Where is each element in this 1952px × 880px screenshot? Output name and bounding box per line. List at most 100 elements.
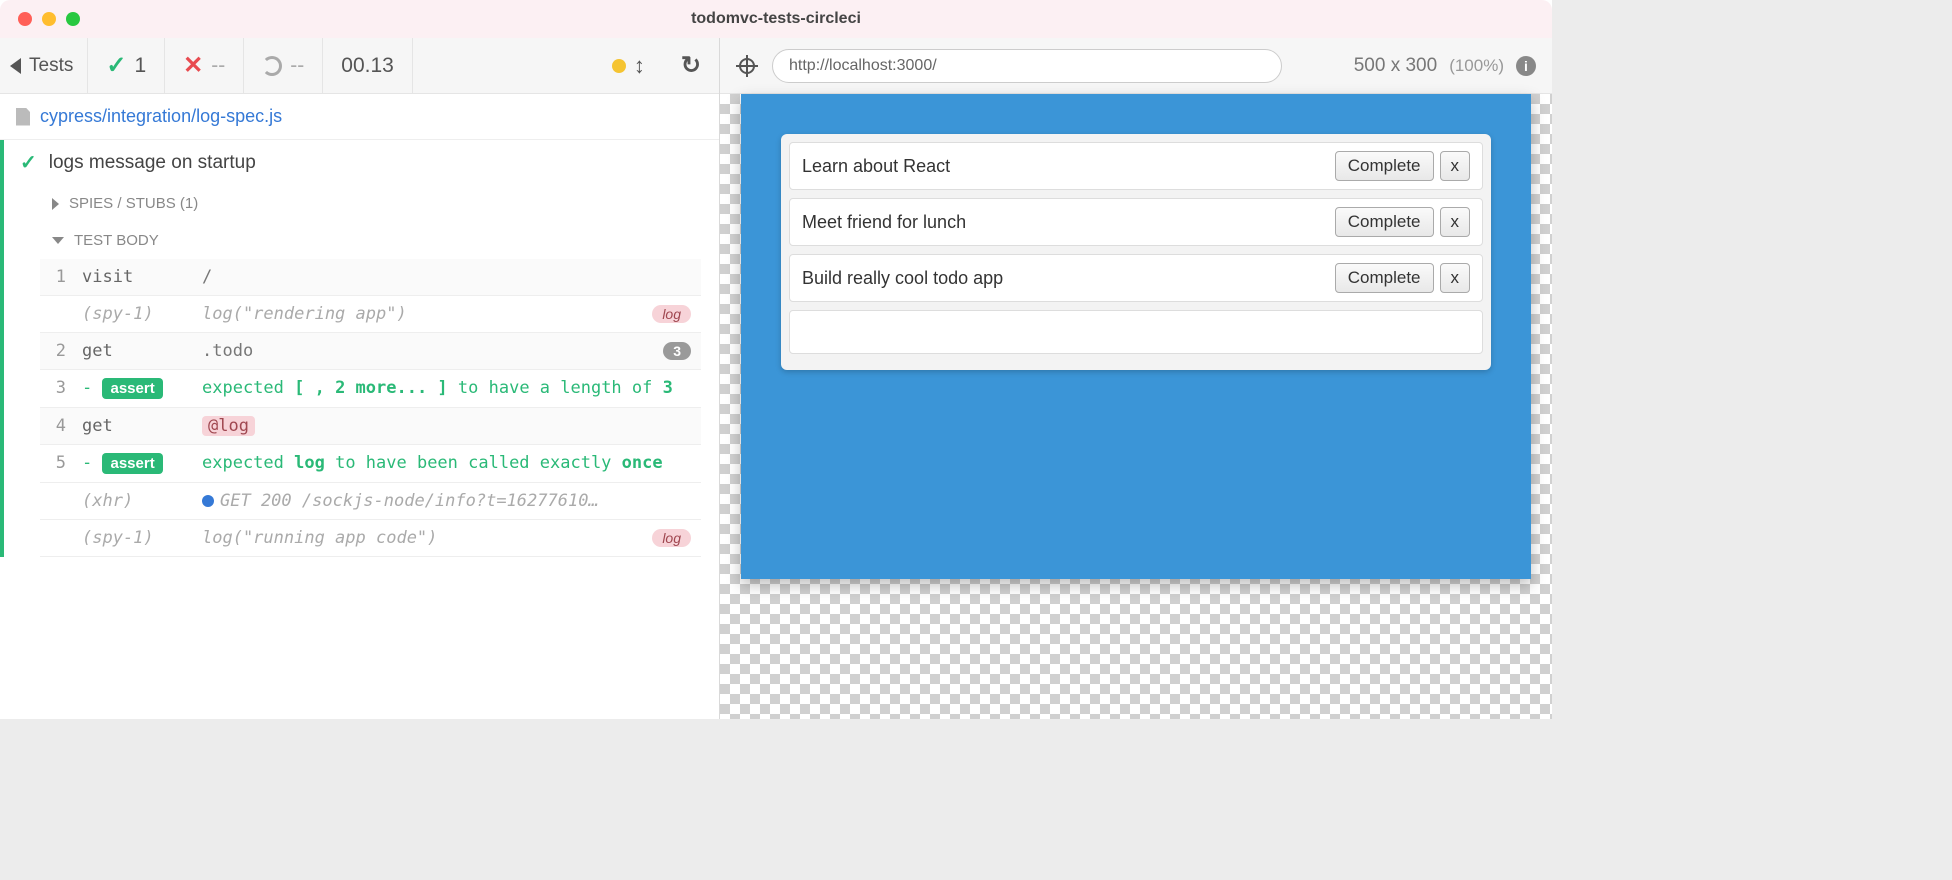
titlebar: todomvc-tests-circleci xyxy=(0,0,1552,38)
command-message: GET 200 /sockjs-node/info?t=16277610… xyxy=(194,483,701,520)
url-bar[interactable]: http://localhost:3000/ xyxy=(772,49,1282,83)
minimize-window-button[interactable] xyxy=(42,12,56,26)
command-name: (xhr) xyxy=(74,483,194,520)
pending-icon xyxy=(262,56,282,76)
test-body-section-header[interactable]: TEST BODY xyxy=(0,222,719,259)
command-number xyxy=(40,483,74,520)
spec-bar: cypress/integration/log-spec.js xyxy=(0,94,719,140)
command-number xyxy=(40,520,74,557)
auto-scroll-indicator[interactable] xyxy=(594,38,663,93)
command-row[interactable]: (spy-1)log("running app code")log xyxy=(40,520,701,557)
caret-down-icon xyxy=(52,237,64,244)
viewport-dimensions: 500 x 300 xyxy=(1354,55,1437,77)
close-window-button[interactable] xyxy=(18,12,32,26)
command-number: 1 xyxy=(40,259,74,296)
log-badge: log xyxy=(652,305,691,323)
complete-button[interactable]: Complete xyxy=(1335,207,1434,237)
command-row[interactable]: 3- assertexpected [ , 2 more... ] to hav… xyxy=(40,370,701,408)
xhr-dot-icon xyxy=(202,495,214,507)
status-dot-icon xyxy=(612,59,626,73)
command-row[interactable]: (spy-1)log("rendering app")log xyxy=(40,296,701,333)
alias-pill: @log xyxy=(202,416,255,436)
complete-button[interactable]: Complete xyxy=(1335,151,1434,181)
command-name: get xyxy=(74,408,194,445)
reporter-panel: Tests ✓ 1 ✕ -- -- 00.13 xyxy=(0,38,720,719)
duration-value: 00.13 xyxy=(341,54,394,78)
info-icon[interactable]: i xyxy=(1516,56,1536,76)
command-name: visit xyxy=(74,259,194,296)
new-todo-input[interactable] xyxy=(789,310,1483,354)
command-name: - assert xyxy=(74,445,194,483)
command-number xyxy=(40,296,74,333)
command-name: (spy-1) xyxy=(74,520,194,557)
command-number: 5 xyxy=(40,445,74,483)
file-icon xyxy=(16,108,30,126)
spies-label: SPIES / STUBS (1) xyxy=(69,195,198,212)
spec-path-link[interactable]: cypress/integration/log-spec.js xyxy=(40,106,282,127)
command-message: / xyxy=(194,259,701,296)
passed-value: 1 xyxy=(134,54,146,78)
rerun-button[interactable] xyxy=(663,38,719,93)
command-number: 3 xyxy=(40,370,74,408)
duration: 00.13 xyxy=(323,38,413,93)
pending-count: -- xyxy=(244,38,323,93)
delete-button[interactable]: x xyxy=(1440,151,1471,181)
delete-button[interactable]: x xyxy=(1440,207,1471,237)
command-row[interactable]: 5- assertexpected log to have been calle… xyxy=(40,445,701,483)
preview-panel: http://localhost:3000/ 500 x 300 (100%) … xyxy=(720,38,1552,719)
command-number: 2 xyxy=(40,333,74,370)
traffic-lights xyxy=(0,12,80,26)
arrows-vertical-icon xyxy=(634,53,645,79)
reporter-toolbar: Tests ✓ 1 ✕ -- -- 00.13 xyxy=(0,38,719,94)
command-message: expected [ , 2 more... ] to have a lengt… xyxy=(194,370,701,408)
command-row[interactable]: (xhr)GET 200 /sockjs-node/info?t=1627761… xyxy=(40,483,701,520)
caret-right-icon xyxy=(52,198,59,210)
test-body-label: TEST BODY xyxy=(74,232,159,249)
spies-section-header[interactable]: SPIES / STUBS (1) xyxy=(0,185,719,222)
passed-count: ✓ 1 xyxy=(88,38,165,93)
viewport-zoom: (100%) xyxy=(1449,56,1504,76)
todo-text: Build really cool todo app xyxy=(802,268,1329,289)
command-message: .todo3 xyxy=(194,333,701,370)
x-icon: ✕ xyxy=(183,51,203,80)
command-name: get xyxy=(74,333,194,370)
count-badge: 3 xyxy=(663,342,691,360)
todo-item: Learn about ReactCompletex xyxy=(789,142,1483,190)
command-message: @log xyxy=(194,408,701,445)
complete-button[interactable]: Complete xyxy=(1335,263,1434,293)
command-name: - assert xyxy=(74,370,194,408)
test-title: logs message on startup xyxy=(49,152,256,174)
failed-value: -- xyxy=(211,54,225,78)
chevron-left-icon xyxy=(10,58,21,74)
command-row[interactable]: 1visit/ xyxy=(40,259,701,296)
command-message: log("rendering app")log xyxy=(194,296,701,333)
viewport-toolbar: http://localhost:3000/ 500 x 300 (100%) … xyxy=(720,38,1552,94)
command-log: 1visit/(spy-1)log("rendering app")log2ge… xyxy=(0,259,707,557)
assert-pill: assert xyxy=(102,453,162,474)
app-window: todomvc-tests-circleci Tests ✓ 1 ✕ -- xyxy=(0,0,1552,719)
command-row[interactable]: 2get.todo3 xyxy=(40,333,701,370)
todo-text: Meet friend for lunch xyxy=(802,212,1329,233)
window-title: todomvc-tests-circleci xyxy=(0,10,1552,28)
command-row[interactable]: 4get @log xyxy=(40,408,701,445)
command-name: (spy-1) xyxy=(74,296,194,333)
back-to-tests-button[interactable]: Tests xyxy=(0,38,88,93)
back-label: Tests xyxy=(29,55,73,77)
pending-value: -- xyxy=(290,54,304,78)
command-number: 4 xyxy=(40,408,74,445)
command-message: log("running app code")log xyxy=(194,520,701,557)
assert-pill: assert xyxy=(102,378,162,399)
check-icon: ✓ xyxy=(106,51,126,80)
app-under-test: Learn about ReactCompletex Meet friend fo… xyxy=(741,94,1531,579)
selector-playground-button[interactable] xyxy=(736,55,758,77)
zoom-window-button[interactable] xyxy=(66,12,80,26)
command-message: expected log to have been called exactly… xyxy=(194,445,701,483)
reload-icon xyxy=(681,51,701,80)
log-badge: log xyxy=(652,529,691,547)
delete-button[interactable]: x xyxy=(1440,263,1471,293)
todo-item: Build really cool todo app Completex xyxy=(789,254,1483,302)
url-text: http://localhost:3000/ xyxy=(789,57,937,75)
todo-list: Learn about ReactCompletex Meet friend fo… xyxy=(781,134,1491,370)
todo-item: Meet friend for lunch Completex xyxy=(789,198,1483,246)
test-row[interactable]: ✓ logs message on startup xyxy=(0,140,719,185)
